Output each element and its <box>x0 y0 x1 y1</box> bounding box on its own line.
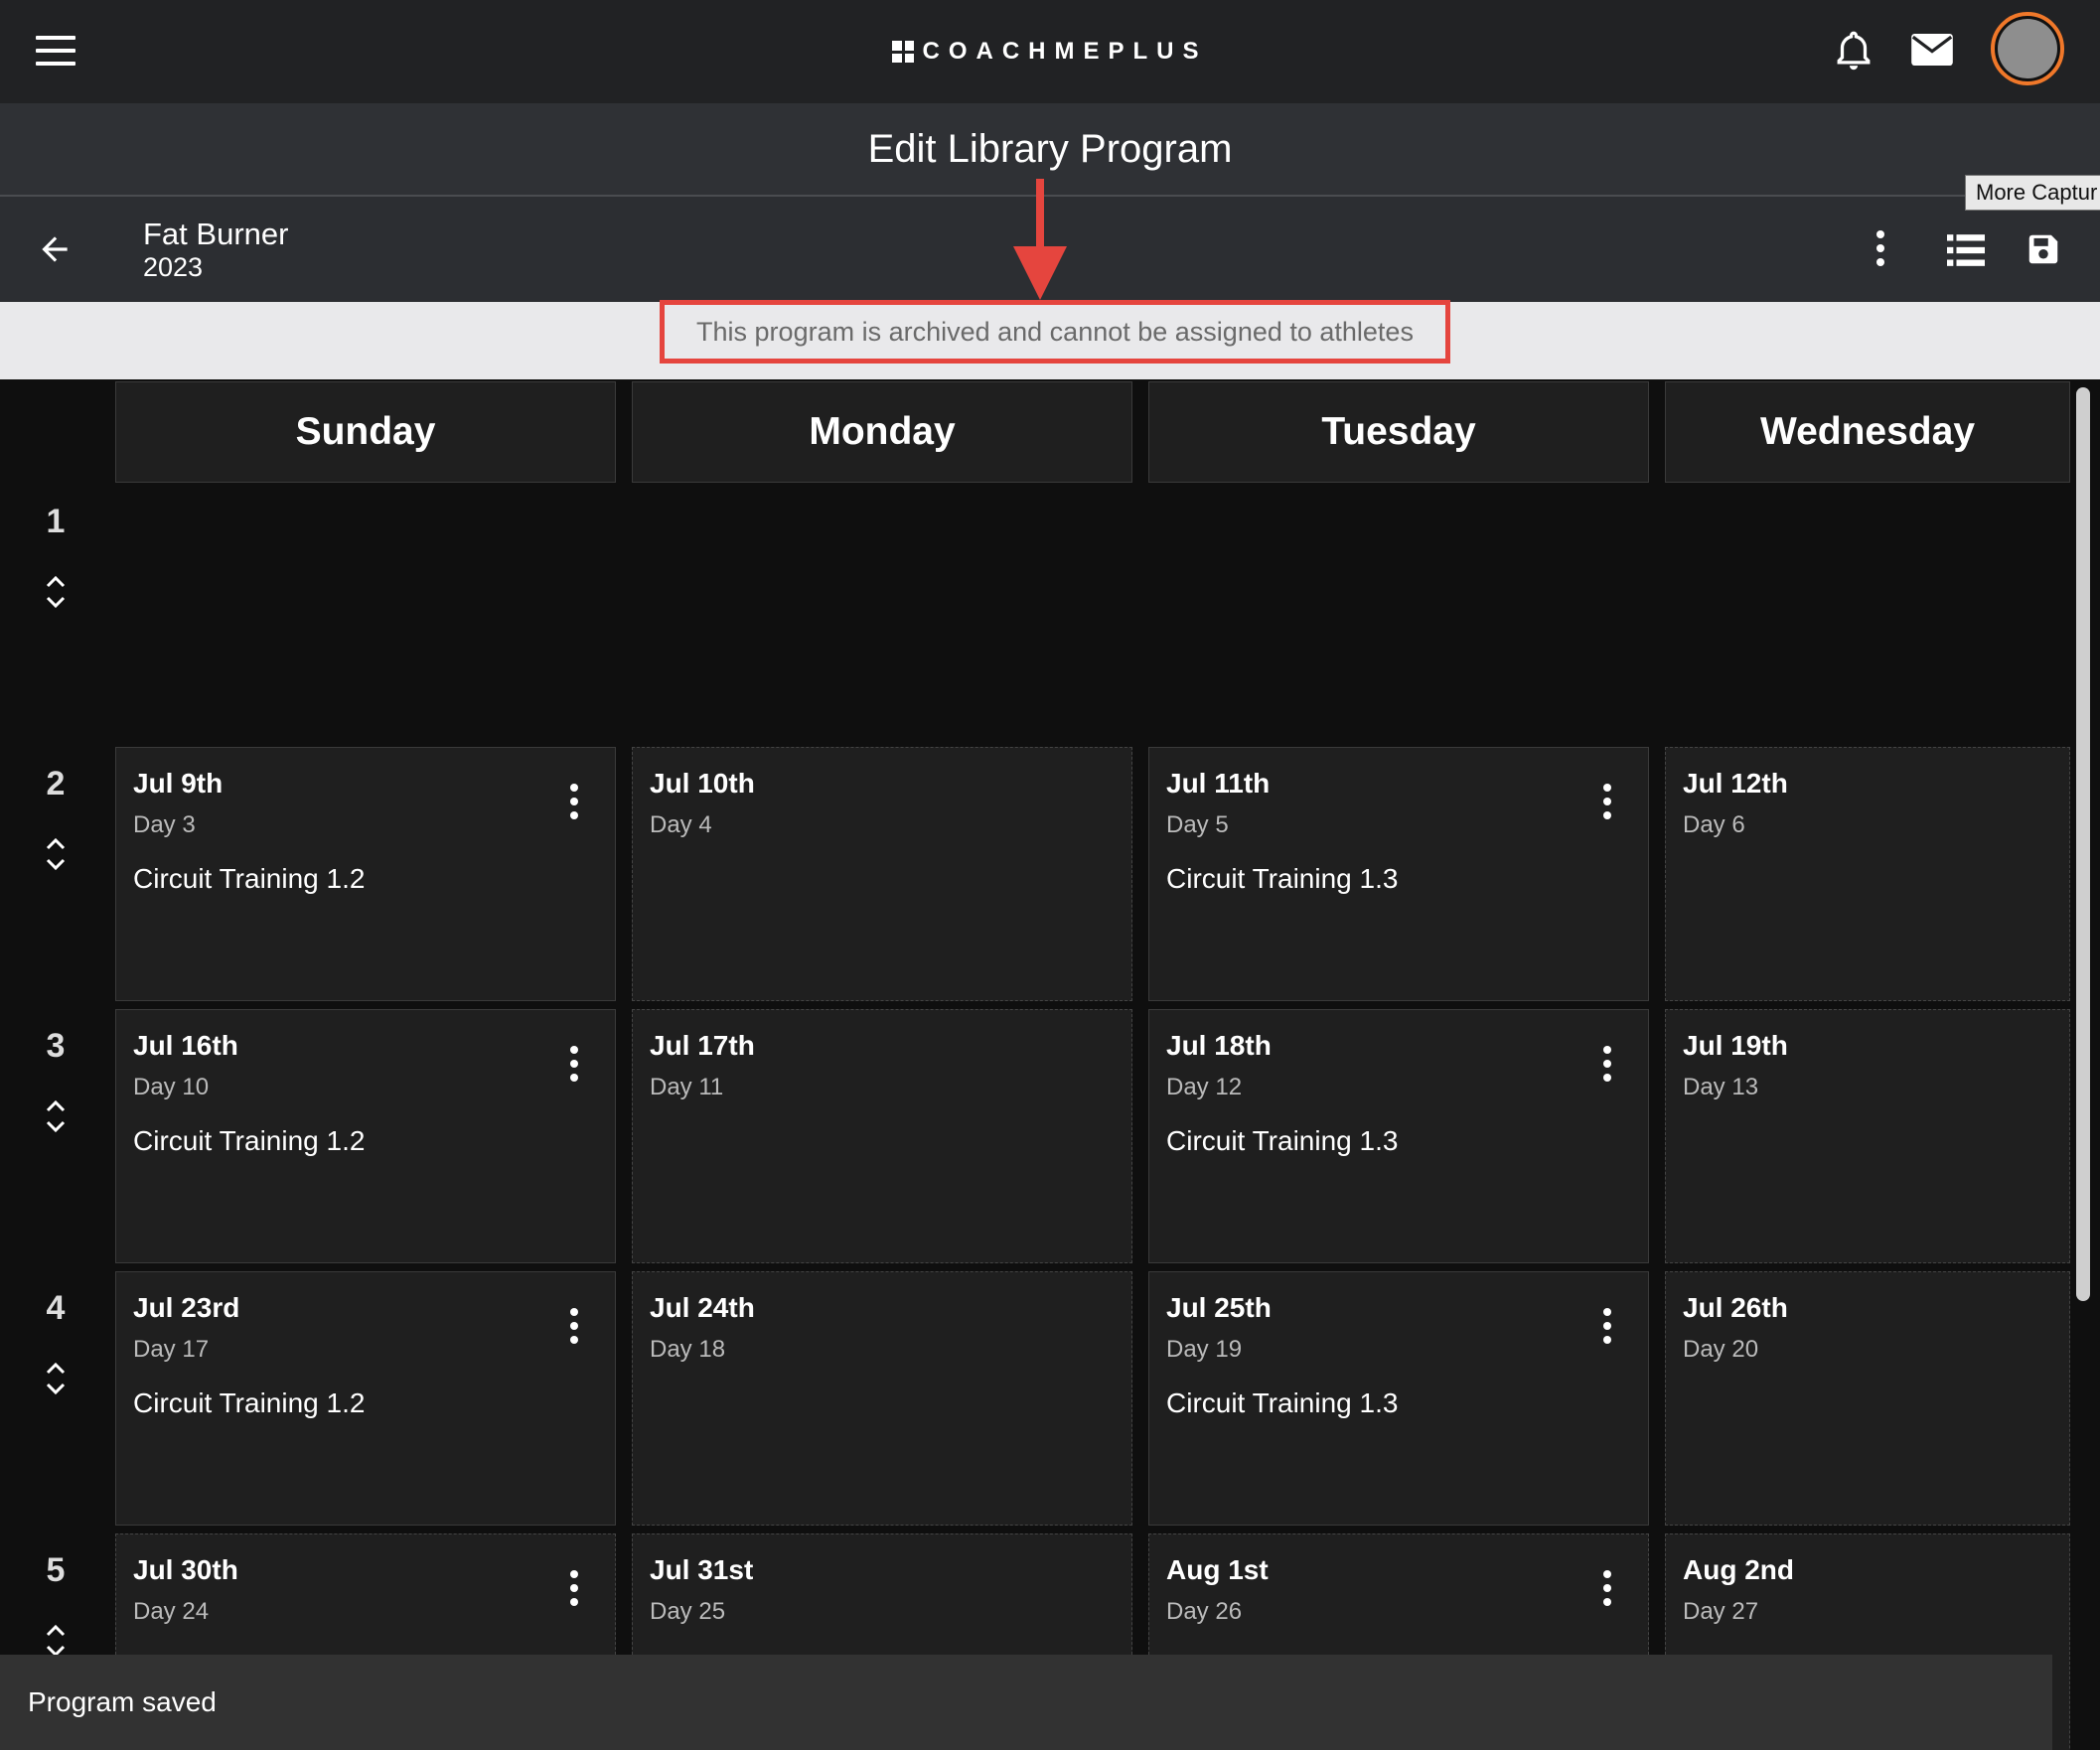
cell-day-number: Day 17 <box>133 1336 210 1363</box>
cell-more-options-icon[interactable] <box>569 784 579 819</box>
brand-logo[interactable]: COACHMEPLUS <box>892 38 1207 66</box>
annotation-arrow-icon <box>1013 179 1067 300</box>
cell-date: Jul 30th <box>133 1554 238 1585</box>
user-avatar[interactable] <box>1991 12 2064 85</box>
cell-more-options-icon[interactable] <box>1602 1046 1612 1082</box>
workout-name[interactable]: Circuit Training 1.3 <box>1166 1125 1398 1157</box>
archived-notice-text: This program is archived and cannot be a… <box>696 316 1414 347</box>
day-cell[interactable]: Jul 19th Day 13 <box>1665 1009 2070 1263</box>
cell-day-number: Day 19 <box>1166 1336 1243 1363</box>
workout-name[interactable]: Circuit Training 1.2 <box>133 1125 365 1157</box>
snackbar-message: Program saved <box>28 1686 217 1717</box>
week-number: 1 <box>46 503 66 540</box>
cell-date: Jul 10th <box>650 768 755 799</box>
day-cell[interactable]: Jul 23rd Day 17 Circuit Training 1.2 <box>115 1271 616 1526</box>
cell-date: Jul 25th <box>1166 1292 1272 1323</box>
reorder-week-icon[interactable] <box>44 1359 68 1398</box>
day-cell[interactable]: Jul 16th Day 10 Circuit Training 1.2 <box>115 1009 616 1263</box>
day-header-monday: Monday <box>632 381 1132 483</box>
day-cell[interactable]: Jul 9th Day 3 Circuit Training 1.2 <box>115 747 616 1001</box>
day-cell[interactable]: Jul 26th Day 20 <box>1665 1271 2070 1526</box>
workout-name[interactable]: Circuit Training 1.2 <box>133 863 365 895</box>
cell-day-number: Day 4 <box>650 811 712 838</box>
page-title: Edit Library Program <box>867 126 1233 171</box>
hamburger-menu-icon[interactable] <box>36 36 75 66</box>
day-cell[interactable]: Jul 18th Day 12 Circuit Training 1.3 <box>1148 1009 1649 1263</box>
cell-day-number: Day 20 <box>1683 1336 1759 1363</box>
workout-name[interactable]: Circuit Training 1.2 <box>133 1387 365 1419</box>
cell-day-number: Day 18 <box>650 1336 726 1363</box>
day-cell[interactable]: Jul 24th Day 18 <box>632 1271 1132 1526</box>
cell-date: Jul 17th <box>650 1030 755 1061</box>
week-number: 5 <box>46 1551 66 1589</box>
cell-day-number: Day 6 <box>1683 811 1745 838</box>
logo-mark-icon <box>892 41 915 63</box>
cell-day-number: Day 12 <box>1166 1074 1243 1100</box>
cell-date: Jul 31st <box>650 1554 754 1585</box>
tooltip: More Captur <box>1965 175 2100 211</box>
cell-day-number: Day 25 <box>650 1598 726 1625</box>
cell-day-number: Day 5 <box>1166 811 1229 838</box>
week-number: 4 <box>46 1289 66 1327</box>
day-cell[interactable]: Jul 11th Day 5 Circuit Training 1.3 <box>1148 747 1649 1001</box>
cell-more-options-icon[interactable] <box>1602 784 1612 819</box>
program-year: 2023 <box>143 252 204 282</box>
reorder-week-icon[interactable] <box>44 834 68 874</box>
cell-date: Jul 16th <box>133 1030 238 1061</box>
brand-name: COACHMEPLUS <box>922 38 1208 65</box>
cell-date: Jul 9th <box>133 768 224 799</box>
cell-date: Aug 2nd <box>1683 1554 1794 1585</box>
vertical-scrollbar[interactable] <box>2076 387 2090 1301</box>
program-calendar: Sunday Monday Tuesday Wednesday 1 2 3 4 5 Jul 9th… <box>0 381 2100 1750</box>
cell-day-number: Day 26 <box>1166 1598 1243 1625</box>
day-header-wednesday: Wednesday <box>1665 381 2070 483</box>
cell-more-options-icon[interactable] <box>1602 1570 1612 1606</box>
day-cell[interactable]: Jul 10th Day 4 <box>632 747 1132 1001</box>
save-floppy-icon[interactable] <box>2025 230 2062 268</box>
cell-date: Jul 18th <box>1166 1030 1272 1061</box>
notifications-bell-icon[interactable] <box>1834 30 1874 75</box>
cell-day-number: Day 11 <box>650 1074 724 1100</box>
cell-date: Jul 24th <box>650 1292 755 1323</box>
day-cell[interactable]: Jul 17th Day 11 <box>632 1009 1132 1263</box>
list-view-icon[interactable] <box>1947 234 1985 266</box>
week-number: 2 <box>46 765 66 802</box>
cell-date: Jul 19th <box>1683 1030 1788 1061</box>
cell-date: Jul 11th <box>1166 768 1271 799</box>
messages-mail-icon[interactable] <box>1911 34 1953 66</box>
day-cell[interactable]: Jul 12th Day 6 <box>1665 747 2070 1001</box>
cell-day-number: Day 24 <box>133 1598 210 1625</box>
day-header-sunday: Sunday <box>115 381 616 483</box>
day-header-tuesday: Tuesday <box>1148 381 1649 483</box>
cell-more-options-icon[interactable] <box>1602 1308 1612 1344</box>
back-arrow-icon[interactable] <box>36 230 74 268</box>
top-app-bar: COACHMEPLUS <box>0 0 2100 103</box>
cell-day-number: Day 10 <box>133 1074 210 1100</box>
cell-more-options-icon[interactable] <box>569 1570 579 1606</box>
archived-notice: This program is archived and cannot be a… <box>660 300 1450 364</box>
cell-more-options-icon[interactable] <box>569 1046 579 1082</box>
cell-day-number: Day 13 <box>1683 1074 1759 1100</box>
snackbar: Program saved <box>0 1655 2052 1750</box>
more-options-icon[interactable] <box>1874 230 1887 270</box>
cell-date: Aug 1st <box>1166 1554 1269 1585</box>
cell-date: Jul 23rd <box>133 1292 240 1323</box>
day-cell[interactable]: Jul 25th Day 19 Circuit Training 1.3 <box>1148 1271 1649 1526</box>
workout-name[interactable]: Circuit Training 1.3 <box>1166 863 1398 895</box>
cell-date: Jul 26th <box>1683 1292 1788 1323</box>
reorder-week-icon[interactable] <box>44 572 68 612</box>
avatar-placeholder-icon <box>1998 19 2057 78</box>
program-name: Fat Burner <box>143 217 289 251</box>
cell-more-options-icon[interactable] <box>569 1308 579 1344</box>
workout-name[interactable]: Circuit Training 1.3 <box>1166 1387 1398 1419</box>
cell-day-number: Day 3 <box>133 811 196 838</box>
reorder-week-icon[interactable] <box>44 1096 68 1136</box>
cell-date: Jul 12th <box>1683 768 1788 799</box>
week-number: 3 <box>46 1027 66 1065</box>
cell-day-number: Day 27 <box>1683 1598 1759 1625</box>
